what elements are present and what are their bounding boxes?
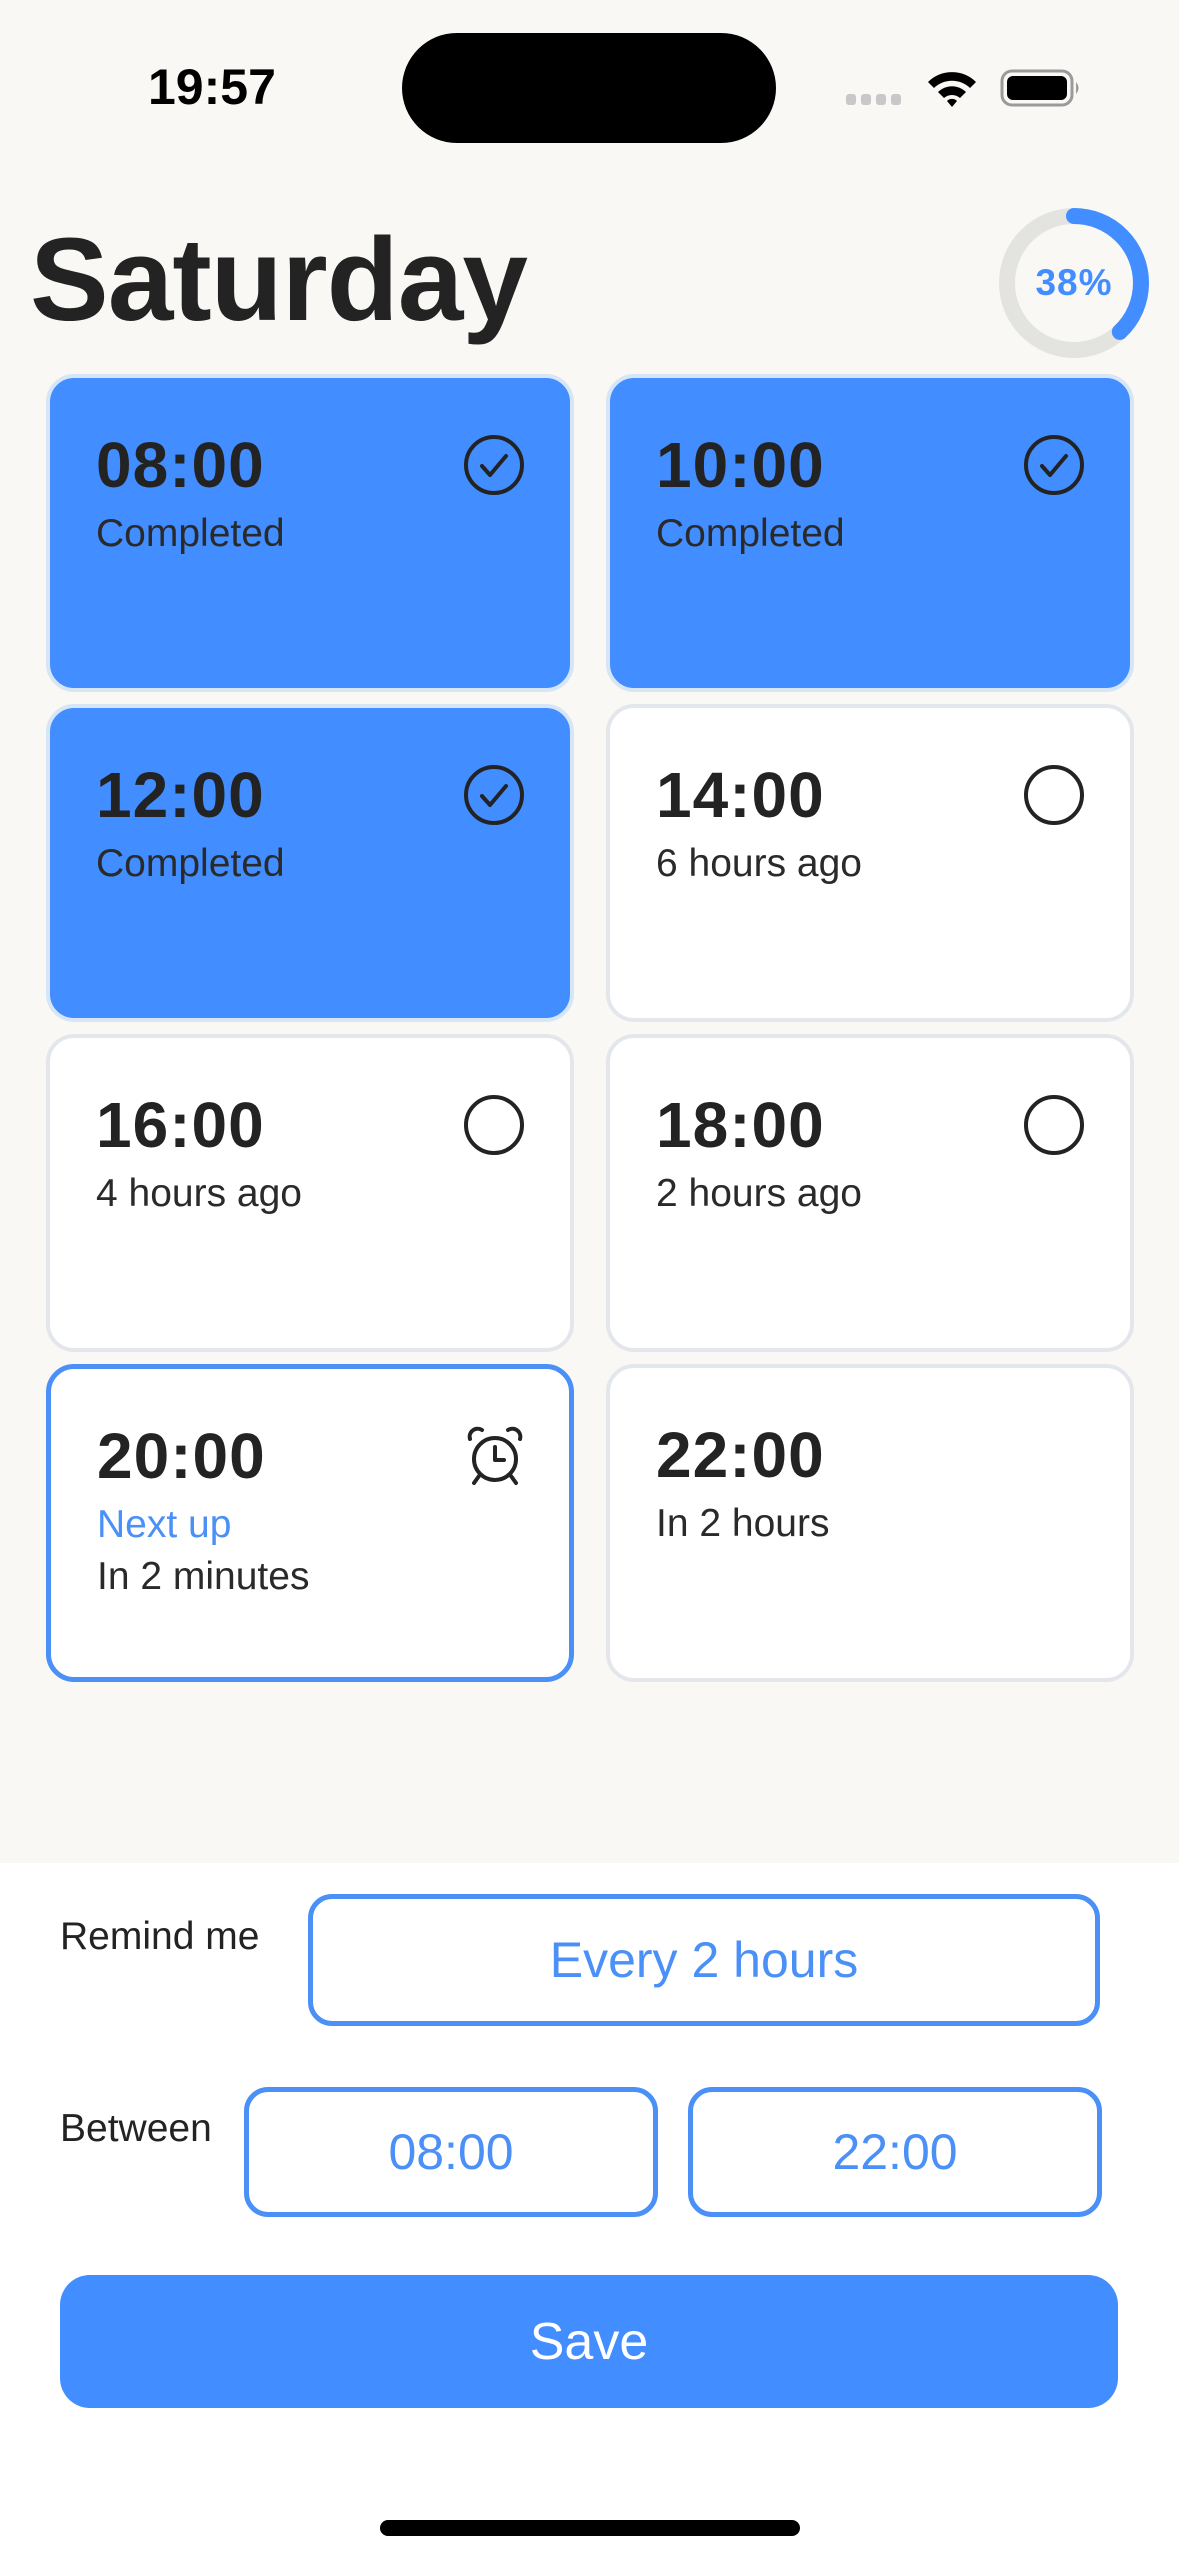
schedule-card-1000[interactable]: 10:00 Completed bbox=[606, 374, 1134, 692]
end-time-button[interactable]: 22:00 bbox=[688, 2087, 1102, 2217]
schedule-card-0800[interactable]: 08:00 Completed bbox=[46, 374, 574, 692]
card-time: 10:00 bbox=[656, 429, 825, 501]
reminder-settings-panel: Remind me Every 2 hours Between 08:00 22… bbox=[0, 1863, 1179, 2556]
home-indicator[interactable] bbox=[380, 2520, 800, 2536]
card-time: 16:00 bbox=[96, 1089, 265, 1161]
page-title: Saturday bbox=[30, 214, 528, 346]
card-status: Completed bbox=[96, 842, 285, 885]
checkmark-circle-icon[interactable] bbox=[463, 764, 525, 826]
card-time: 12:00 bbox=[96, 759, 265, 831]
reminder-interval-button[interactable]: Every 2 hours bbox=[308, 1894, 1100, 2026]
save-button[interactable]: Save bbox=[60, 2275, 1118, 2408]
schedule-grid: 08:00 Completed 10:00 Completed 12:00 Complet… bbox=[46, 374, 1134, 1682]
schedule-card-1200[interactable]: 12:00 Completed bbox=[46, 704, 574, 1022]
battery-icon bbox=[1000, 69, 1079, 107]
cellular-signal-icon bbox=[846, 94, 901, 105]
card-time: 22:00 bbox=[656, 1419, 825, 1491]
card-time: 20:00 bbox=[97, 1420, 266, 1492]
dynamic-island bbox=[402, 33, 776, 143]
remind-me-label: Remind me bbox=[60, 1915, 260, 1958]
checkmark-circle-icon[interactable] bbox=[463, 434, 525, 496]
card-time: 14:00 bbox=[656, 759, 825, 831]
card-status: In 2 hours bbox=[656, 1502, 830, 1545]
card-status: Next up bbox=[97, 1503, 232, 1546]
card-countdown: In 2 minutes bbox=[97, 1555, 310, 1598]
schedule-card-1600[interactable]: 16:00 4 hours ago bbox=[46, 1034, 574, 1352]
empty-circle-icon[interactable] bbox=[1023, 1094, 1085, 1156]
start-time-button[interactable]: 08:00 bbox=[244, 2087, 658, 2217]
card-status: Completed bbox=[96, 512, 285, 555]
schedule-card-2200[interactable]: 22:00 In 2 hours bbox=[606, 1364, 1134, 1682]
empty-circle-icon[interactable] bbox=[1023, 764, 1085, 826]
card-time: 08:00 bbox=[96, 429, 265, 501]
checkmark-circle-icon[interactable] bbox=[1023, 434, 1085, 496]
between-label: Between bbox=[60, 2107, 212, 2150]
schedule-card-1800[interactable]: 18:00 2 hours ago bbox=[606, 1034, 1134, 1352]
status-bar: 19:57 bbox=[0, 0, 1179, 160]
card-status: 2 hours ago bbox=[656, 1172, 862, 1215]
wifi-icon bbox=[928, 72, 976, 107]
card-time: 18:00 bbox=[656, 1089, 825, 1161]
card-status: 6 hours ago bbox=[656, 842, 862, 885]
card-status: Completed bbox=[656, 512, 845, 555]
schedule-card-2000[interactable]: 20:00 Next up In 2 minutes bbox=[46, 1364, 574, 1682]
status-time: 19:57 bbox=[148, 59, 276, 115]
empty-circle-icon[interactable] bbox=[463, 1094, 525, 1156]
progress-percent-label: 38% bbox=[1035, 262, 1113, 303]
alarm-clock-icon bbox=[464, 1425, 526, 1487]
daily-progress-ring: 38% bbox=[998, 207, 1150, 359]
card-status: 4 hours ago bbox=[96, 1172, 302, 1215]
schedule-card-1400[interactable]: 14:00 6 hours ago bbox=[606, 704, 1134, 1022]
